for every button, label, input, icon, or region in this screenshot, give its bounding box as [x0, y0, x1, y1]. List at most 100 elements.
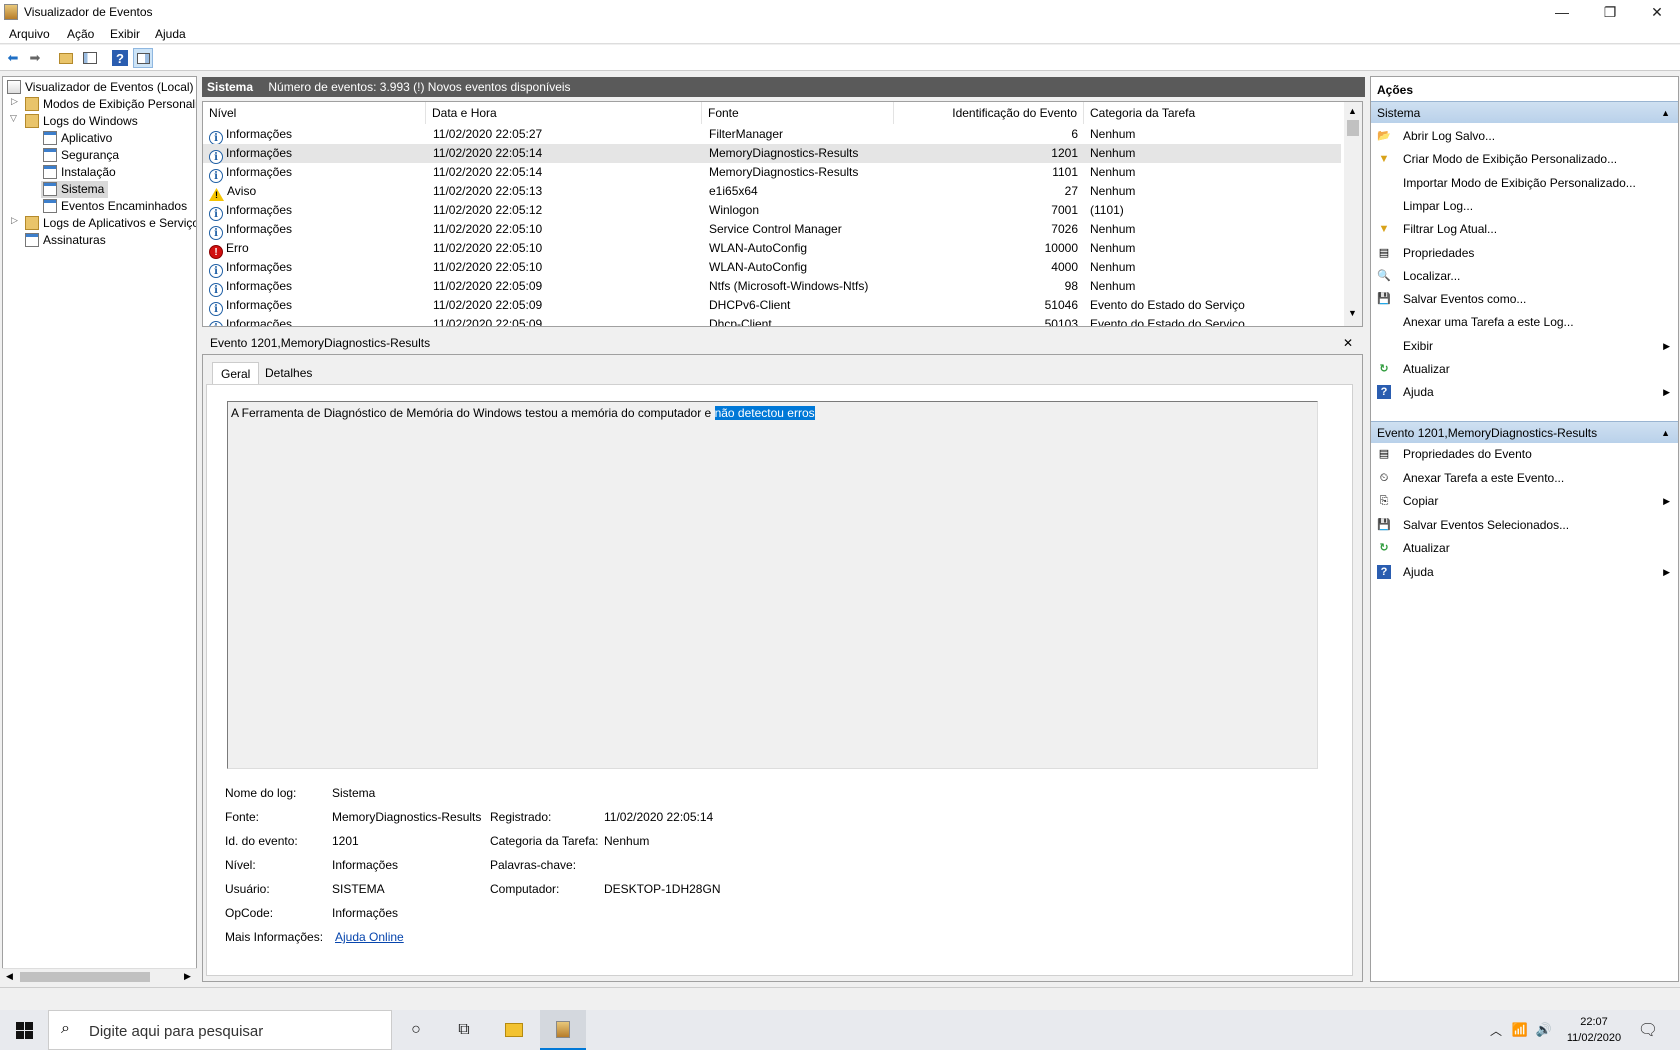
tree-app-log[interactable]: Aplicativo — [43, 130, 112, 147]
table-row[interactable]: i Informações 11/02/2020 22:05:09 DHCPv6-Cl… — [203, 296, 1341, 316]
table-row[interactable]: i Informações 11/02/2020 22:05:14 MemoryDia… — [203, 163, 1341, 183]
task-view-icon[interactable]: ⧉ — [452, 1018, 476, 1042]
tree-windows-logs[interactable]: Logs do Windows — [25, 113, 138, 130]
search-placeholder: Digite aqui para pesquisar — [89, 1023, 264, 1040]
collapse-arrow-icon[interactable]: ▽ — [10, 113, 17, 124]
scroll-down-icon[interactable]: ▼ — [1348, 308, 1357, 318]
tree-security-log[interactable]: Segurança — [43, 147, 119, 164]
col-header-datetime[interactable]: Data e Hora — [426, 102, 702, 124]
table-row[interactable]: i Informações 11/02/2020 22:05:09 Ntfs (Mic… — [203, 277, 1341, 297]
cell-event-id: 98 — [1064, 279, 1078, 293]
menu-arquivo[interactable]: Arquivo — [9, 27, 50, 41]
scroll-right-icon[interactable]: ▶ — [184, 971, 191, 982]
cell-source: MemoryDiagnostics-Results — [709, 165, 859, 179]
online-help-link[interactable]: Ajuda Online — [335, 930, 404, 944]
cell-source: Service Control Manager — [709, 222, 842, 236]
action-item[interactable]: ⏲ Anexar Tarefa a este Evento... — [1371, 467, 1678, 489]
tab-general[interactable]: Geral — [212, 362, 260, 386]
menu-exibir[interactable]: Exibir — [110, 27, 140, 41]
windows-start-button[interactable] — [0, 1010, 48, 1050]
cell-datetime: 11/02/2020 22:05:14 — [433, 146, 543, 160]
action-item[interactable]: ▤ Propriedades — [1371, 242, 1678, 264]
tree-app-services-logs[interactable]: Logs de Aplicativos e Serviços — [25, 215, 196, 232]
col-header-level[interactable]: Nível — [203, 102, 426, 124]
log-icon — [43, 131, 57, 145]
cell-event-id: 1201 — [1051, 146, 1078, 160]
tree-horizontal-scrollbar[interactable]: ◀ ▶ — [2, 968, 197, 984]
tree-setup-log[interactable]: Instalação — [43, 164, 116, 181]
table-row[interactable]: i Informações 11/02/2020 22:05:10 WLAN-Auto… — [203, 258, 1341, 278]
log-icon — [43, 199, 57, 213]
tree-root[interactable]: Visualizador de Eventos (Local) — [7, 79, 194, 96]
actions-section-event[interactable]: Evento 1201,MemoryDiagnostics-Results ▲ — [1371, 421, 1678, 443]
back-arrow-icon[interactable]: ⬅ — [3, 48, 23, 68]
action-item[interactable]: ▤ Propriedades do Evento — [1371, 443, 1678, 465]
forward-arrow-icon[interactable]: ➡ — [25, 48, 45, 68]
menu-ajuda[interactable]: Ajuda — [155, 27, 186, 41]
action-item[interactable]: 🔍 Localizar... — [1371, 265, 1678, 287]
notifications-icon[interactable]: 🗨 — [1636, 1018, 1660, 1042]
action-item[interactable]: ↻ Atualizar — [1371, 537, 1678, 559]
col-header-source[interactable]: Fonte — [702, 102, 894, 124]
help-icon[interactable]: ? — [112, 50, 128, 66]
volume-icon[interactable]: 🔊 — [1532, 1018, 1556, 1042]
action-item[interactable]: ? Ajuda ▶ — [1371, 381, 1678, 403]
taskbar-clock[interactable]: 22:07 11/02/2020 — [1560, 1014, 1628, 1046]
action-item[interactable]: 💾 Salvar Eventos como... — [1371, 288, 1678, 310]
tree-forwarded-events[interactable]: Eventos Encaminhados — [43, 198, 187, 215]
expand-arrow-icon[interactable]: ▷ — [11, 215, 18, 226]
event-list-scrollbar[interactable]: ▲ ▼ — [1344, 102, 1362, 326]
folder-up-icon[interactable] — [56, 48, 76, 68]
col-header-event-id[interactable]: Identificação do Evento — [894, 102, 1084, 124]
event-message-box[interactable]: A Ferramenta de Diagnóstico de Memória d… — [227, 401, 1318, 769]
scroll-thumb[interactable] — [20, 972, 150, 982]
action-item[interactable]: 📂 Abrir Log Salvo... — [1371, 125, 1678, 147]
table-row[interactable]: i Informações 11/02/2020 22:05:27 FilterMan… — [203, 125, 1341, 145]
taskbar-search-box[interactable]: ⌕ Digite aqui para pesquisar — [48, 1010, 392, 1050]
taskbar-event-viewer[interactable] — [540, 1010, 586, 1050]
minimize-button[interactable]: — — [1539, 0, 1585, 24]
table-row[interactable]: i Informações 11/02/2020 22:05:14 MemoryDia… — [203, 144, 1341, 164]
tree-custom-views[interactable]: Modos de Exibição Personalizados — [25, 96, 196, 113]
event-properties-icon: ▤ — [1378, 448, 1390, 460]
action-item[interactable]: ▼ Filtrar Log Atual... — [1371, 218, 1678, 240]
expand-arrow-icon[interactable]: ▷ — [11, 96, 18, 107]
action-item[interactable]: Exibir ▶ — [1371, 335, 1678, 357]
network-icon[interactable]: 📶 — [1508, 1018, 1532, 1042]
collapse-icon[interactable]: ▲ — [1661, 422, 1670, 444]
table-row[interactable]: i Informações 11/02/2020 22:05:10 Service C… — [203, 220, 1341, 240]
tree-subscriptions[interactable]: Assinaturas — [25, 232, 106, 249]
cell-level: iInformações — [209, 258, 292, 278]
maximize-button[interactable]: ❐ — [1587, 0, 1633, 24]
action-item[interactable]: 💾 Salvar Eventos Selecionados... — [1371, 514, 1678, 536]
action-item[interactable]: ? Ajuda ▶ — [1371, 561, 1678, 583]
scroll-left-icon[interactable]: ◀ — [6, 971, 13, 982]
close-button[interactable]: ✕ — [1634, 0, 1680, 24]
filter-icon: ▼ — [1378, 223, 1390, 236]
show-hide-tree-icon[interactable] — [80, 48, 100, 68]
tree-system-log[interactable]: Sistema — [41, 181, 109, 198]
action-item[interactable]: ⎘ Copiar ▶ — [1371, 490, 1678, 512]
actions-section-system[interactable]: Sistema ▲ — [1371, 101, 1678, 123]
table-row[interactable]: ! Aviso 11/02/2020 22:05:13 e1i65x64 27 Nenhu… — [203, 182, 1341, 201]
show-hide-action-pane-icon[interactable] — [133, 48, 153, 68]
action-item[interactable]: ↻ Atualizar — [1371, 358, 1678, 380]
action-item[interactable]: ▼ Criar Modo de Exibição Personalizado... — [1371, 148, 1678, 170]
show-hidden-icons-icon[interactable]: ︿ — [1484, 1018, 1508, 1042]
cortana-icon[interactable]: ○ — [404, 1018, 428, 1042]
collapse-icon[interactable]: ▲ — [1661, 102, 1670, 124]
scroll-thumb[interactable] — [1347, 120, 1359, 136]
close-detail-icon[interactable]: ✕ — [1343, 332, 1353, 354]
action-item[interactable]: Anexar uma Tarefa a este Log... — [1371, 311, 1678, 333]
file-explorer-icon[interactable] — [502, 1018, 526, 1042]
action-item[interactable]: Importar Modo de Exibição Personalizado.… — [1371, 172, 1678, 194]
scroll-up-icon[interactable]: ▲ — [1348, 106, 1357, 116]
table-row[interactable]: ! Erro 11/02/2020 22:05:10 WLAN-AutoConfig 1… — [203, 239, 1341, 259]
table-row[interactable]: i Informações 11/02/2020 22:05:12 Winlogon 7… — [203, 201, 1341, 221]
menu-acao[interactable]: Ação — [67, 27, 94, 41]
table-row[interactable]: iInformações 11/02/2020 22:05:09 Dhcp-Clie… — [203, 315, 1341, 326]
actions-title: Ações — [1371, 79, 1678, 101]
col-header-task-category[interactable]: Categoria da Tarefa — [1084, 102, 1341, 124]
tab-details[interactable]: Detalhes — [257, 362, 320, 384]
action-item[interactable]: Limpar Log... — [1371, 195, 1678, 217]
